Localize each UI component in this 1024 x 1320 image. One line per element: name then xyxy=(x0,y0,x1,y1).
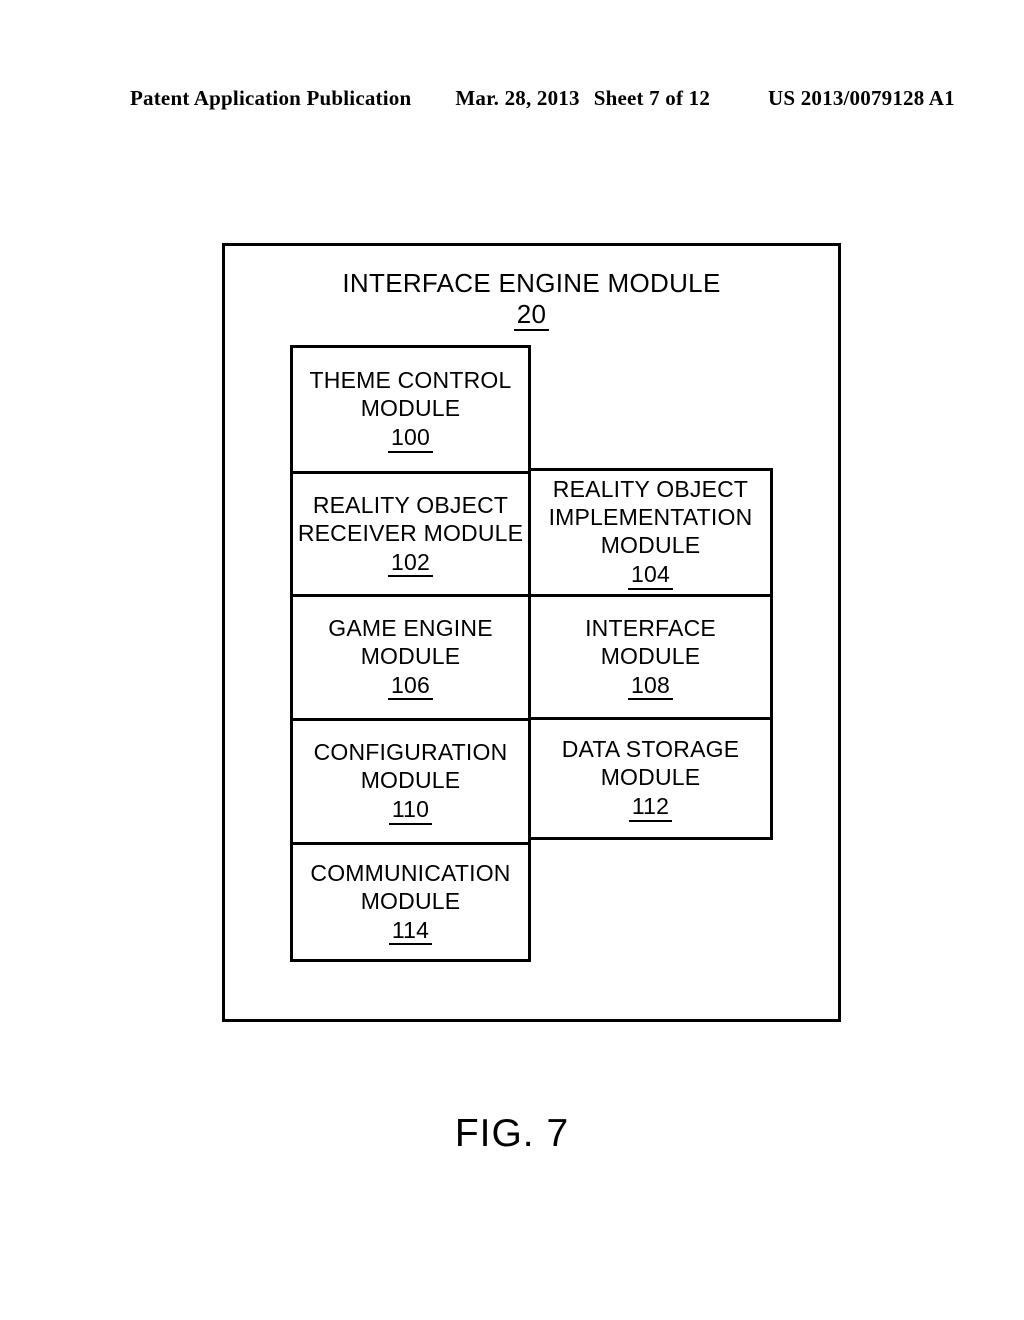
module-label: INTERFACE MODULE xyxy=(585,614,716,669)
module-ref-number: 100 xyxy=(388,425,433,453)
module-ref-number: 106 xyxy=(388,672,433,701)
module-label: REALITY OBJECT RECEIVER MODULE xyxy=(297,491,524,546)
module-ref-number: 104 xyxy=(628,562,673,590)
module-box-configuration: CONFIGURATION MODULE 110 xyxy=(293,718,528,842)
module-label: COMMUNICATION MODULE xyxy=(310,859,511,914)
figure-caption: FIG. 7 xyxy=(454,1112,570,1155)
module-box-game-engine: GAME ENGINE MODULE 106 xyxy=(293,594,528,717)
module-label: REALITY OBJECT IMPLEMENTATION MODULE xyxy=(548,476,753,559)
module-grid: THEME CONTROL MODULE 100 REALITY OBJECT … xyxy=(290,345,773,962)
module-box-communication: COMMUNICATION MODULE 114 xyxy=(293,842,528,959)
module-label: THEME CONTROL MODULE xyxy=(309,367,512,422)
patent-page-header: Patent Application Publication Mar. 28, … xyxy=(130,86,955,112)
module-ref-number: 110 xyxy=(388,797,433,825)
module-ref-number: 108 xyxy=(628,672,673,701)
module-box-reality-object-implementation: REALITY OBJECT IMPLEMENTATION MODULE 104 xyxy=(531,471,770,594)
module-ref-number: 102 xyxy=(388,549,433,578)
module-ref-number: 114 xyxy=(388,917,433,946)
module-label: DATA STORAGE MODULE xyxy=(561,736,740,791)
module-column-right: REALITY OBJECT IMPLEMENTATION MODULE 104… xyxy=(531,468,773,840)
module-box-reality-object-receiver: REALITY OBJECT RECEIVER MODULE 102 xyxy=(293,471,528,594)
header-date-label: Mar. 28, 2013 xyxy=(455,86,580,110)
frame-title: INTERFACE ENGINE MODULE 20 xyxy=(225,268,838,332)
module-box-interface: INTERFACE MODULE 108 xyxy=(531,594,770,717)
module-label: GAME ENGINE MODULE xyxy=(328,614,493,669)
module-label: CONFIGURATION MODULE xyxy=(313,739,508,794)
header-document-number: US 2013/0079128 A1 xyxy=(768,86,955,110)
module-box-data-storage: DATA STORAGE MODULE 112 xyxy=(531,717,770,837)
header-publication-label: Patent Application Publication xyxy=(130,86,412,110)
frame-title-ref-number: 20 xyxy=(513,300,550,332)
module-box-theme-control: THEME CONTROL MODULE 100 xyxy=(293,348,528,471)
module-ref-number: 112 xyxy=(628,794,673,822)
header-sheet-label: Sheet 7 of 12 xyxy=(593,86,711,110)
module-column-left: THEME CONTROL MODULE 100 REALITY OBJECT … xyxy=(290,345,531,962)
frame-title-text: INTERFACE ENGINE MODULE xyxy=(342,268,721,298)
